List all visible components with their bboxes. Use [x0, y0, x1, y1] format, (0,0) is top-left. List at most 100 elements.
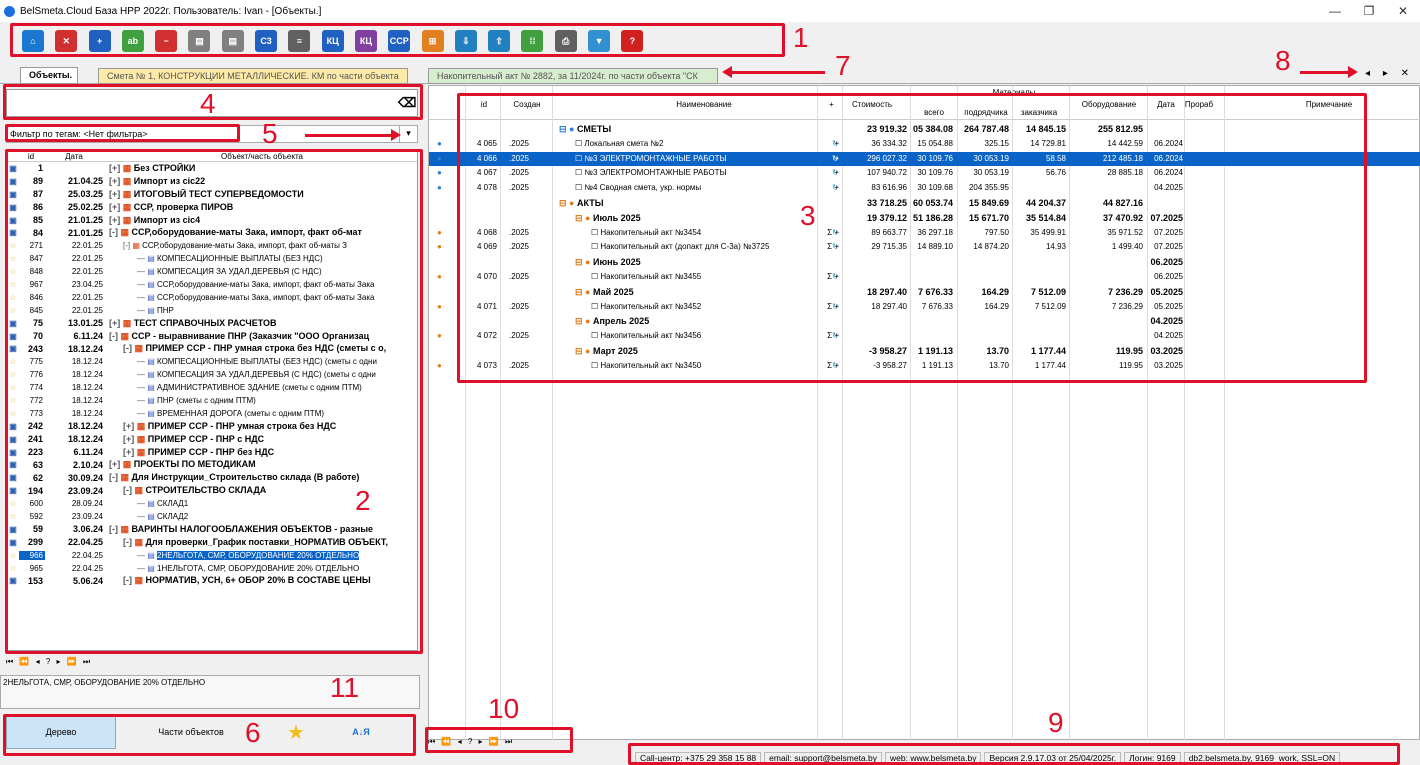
col-cost[interactable]: Стоимость: [842, 100, 902, 109]
expand-toggle-icon[interactable]: [+]: [109, 189, 123, 199]
tree-row[interactable]: ☆ 845 22.01.25 — ▤ ПНР: [7, 304, 417, 317]
status-web[interactable]: web: www.belsmeta.by: [885, 752, 982, 765]
tree-row[interactable]: ☆ 773 18.12.24 — ▤ ВРЕМЕННАЯ ДОРОГА (сметы …: [7, 407, 417, 420]
grid-row[interactable]: ● 4 071.2025 ☐ Накопительный акт №3452 Σ + ↻…: [429, 300, 1420, 315]
tree-row[interactable]: ☆ 966 22.04.25 — ▤ 2НЕЛЬГОТА, СМР, ОБОРУДОВ…: [7, 549, 417, 562]
grid-row[interactable]: ⊟ ● СМЕТЫ 23 919.32 05 384.08 264 787.48 14 …: [429, 122, 1420, 137]
checkbox-icon[interactable]: ☐: [575, 154, 584, 163]
refresh-icon[interactable]: ↻: [832, 168, 839, 177]
tree-row[interactable]: ☆ 776 18.12.24 — ▤ КОМПЕСАЦИЯ ЗА УДАЛ.ДЕРЕВ…: [7, 368, 417, 381]
tree-row[interactable]: ☆ 772 18.12.24 — ▤ ПНР (сметы с одним ПТМ): [7, 394, 417, 407]
delete-doc-button[interactable]: ✕: [51, 27, 81, 55]
tab-object-parts[interactable]: Части объектов: [116, 715, 266, 749]
tree-row[interactable]: ☆ 847 22.01.25 — ▤ КОМПЕСАЦИОННЫЕ ВЫПЛАТЫ (…: [7, 252, 417, 265]
expand-toggle-icon[interactable]: [+]: [109, 318, 123, 328]
tree-row[interactable]: ☆ 271 22.01.25 [-] ▦ ССР,оборудование-маты …: [7, 239, 417, 252]
col-materials[interactable]: Материалы: [959, 88, 1069, 97]
tree-row[interactable]: ☆ 848 22.01.25 — ▤ КОМПЕСАЦИЯ ЗА УДАЛ.ДЕРЕВ…: [7, 265, 417, 278]
col-id[interactable]: id: [474, 100, 494, 109]
grid-row[interactable]: ⊟ ● АКТЫ 33 718.25 60 053.74 15 849.69 44 20…: [429, 196, 1420, 211]
expand-toggle-icon[interactable]: [+]: [109, 163, 123, 173]
refresh-icon[interactable]: ↻: [832, 361, 839, 370]
tree-row[interactable]: ▣ 1 [+] ▦ Без СТРОЙКИ: [7, 162, 417, 175]
checkbox-icon[interactable]: ☐: [575, 168, 584, 177]
col-mat-contractor[interactable]: подрядчика: [961, 108, 1011, 117]
refresh-icon[interactable]: ↻: [832, 302, 839, 311]
tree-row[interactable]: ▣ 63 2.10.24 [+] ▦ ПРОЕКТЫ ПО МЕТОДИКАМ: [7, 458, 417, 471]
col-equipment[interactable]: Оборудование: [1079, 100, 1139, 109]
kc-button[interactable]: КЦ: [318, 27, 348, 55]
sort-az-icon[interactable]: А↓Я: [326, 715, 396, 749]
kc-rem-button[interactable]: КЦ: [351, 27, 381, 55]
expand-toggle-icon[interactable]: [+]: [109, 202, 123, 212]
tree-header-name[interactable]: Объект/часть объекта: [107, 152, 417, 161]
help-button[interactable]: ?: [617, 27, 647, 55]
folder-icon[interactable]: ⊟ ●: [575, 316, 593, 326]
tree-row[interactable]: ▣ 62 30.09.24 [-] ▦ Для Инструкции_Строител…: [7, 471, 417, 484]
tree-pagination[interactable]: ⏮ ⏪ ◂ ? ▸ ⏩ ⏭: [6, 657, 418, 669]
refresh-icon[interactable]: ↻: [832, 331, 839, 340]
expand-toggle-icon[interactable]: [-]: [123, 537, 135, 547]
c3-button[interactable]: C3: [251, 27, 281, 55]
folder-icon[interactable]: ⊟ ●: [559, 198, 577, 208]
folder-icon[interactable]: ⊟ ●: [559, 124, 577, 134]
ccp-button[interactable]: CCP: [384, 27, 414, 55]
checkbox-icon[interactable]: ☐: [591, 302, 600, 311]
col-mat-all[interactable]: всего: [914, 108, 954, 117]
status-email[interactable]: email: support@belsmeta.by: [764, 752, 882, 765]
tree-row[interactable]: ▣ 153 5.06.24 [-] ▦ НОРМАТИВ, УСН, 6+ ОБОР …: [7, 575, 417, 588]
checkbox-icon[interactable]: ☐: [591, 331, 600, 340]
grid-row[interactable]: ● 4 065.2025 ☐ Локальная смета №2 + ↻ 36 334.…: [429, 137, 1420, 152]
tree-row[interactable]: ☆ 774 18.12.24 — ▤ АДМИНИСТРАТИВНОЕ ЗДАНИЕ …: [7, 381, 417, 394]
expand-toggle-icon[interactable]: [-]: [109, 331, 121, 341]
grid-row[interactable]: ● 4 069 .2025 ☐ Накопительный акт (допакт д…: [429, 240, 1420, 255]
tree-row[interactable]: ☆ 846 22.01.25 — ▤ ССР,оборудование-маты За…: [7, 291, 417, 304]
expand-toggle-icon[interactable]: [-]: [123, 575, 135, 585]
tree-row[interactable]: ▣ 223 6.11.24 [+] ▦ ПРИМЕР ССР - ПНР без НД…: [7, 446, 417, 459]
checkbox-icon[interactable]: ☐: [591, 242, 600, 251]
folder-icon[interactable]: ⊟ ●: [575, 287, 593, 297]
grid-row[interactable]: ● 4 066.2025 ☐ №3 ЭЛЕКТРОМОНТАЖНЫЕ РАБОТЫ +…: [429, 151, 1420, 167]
grid-row[interactable]: ● 4 067.2025 ☐ №3 ЭЛЕКТРОМОНТАЖНЫЕ РАБОТЫ +…: [429, 166, 1420, 181]
grid-row[interactable]: ⊟ ● Апрель 2025 04.2025: [429, 314, 1420, 329]
expand-toggle-icon[interactable]: [+]: [109, 215, 123, 225]
refresh-icon[interactable]: ↻: [832, 183, 839, 192]
merge-button[interactable]: ⊞: [418, 27, 448, 55]
checkbox-icon[interactable]: ☐: [591, 361, 600, 370]
col-plus[interactable]: +: [824, 100, 839, 109]
copy-button[interactable]: ▤: [184, 27, 214, 55]
tree-row[interactable]: ▣ 70 6.11.24 [-] ▦ ССР - выравнивание ПНР (…: [7, 330, 417, 343]
tree-header-date[interactable]: Дата: [45, 152, 107, 161]
rename-button[interactable]: ab: [118, 27, 148, 55]
paste-button[interactable]: ▤: [218, 27, 248, 55]
clear-search-icon[interactable]: ⌫: [398, 95, 419, 111]
expand-toggle-icon[interactable]: [-]: [123, 485, 135, 495]
col-mat-customer[interactable]: заказчика: [1014, 108, 1064, 117]
home-button[interactable]: ⌂: [18, 27, 48, 55]
star-icon[interactable]: ★: [266, 715, 326, 749]
grid-row[interactable]: ● 4 072.2025 ☐ Накопительный акт №3456 Σ + ↻…: [429, 329, 1420, 344]
grid-row[interactable]: ⊟ ● Июнь 2025 06.2025: [429, 255, 1420, 270]
minimize-button[interactable]: —: [1318, 0, 1352, 22]
tree-row[interactable]: ▣ 84 21.01.25 [-] ▦ ССР,оборудование-маты З…: [7, 226, 417, 239]
expand-toggle-icon[interactable]: [+]: [109, 176, 123, 186]
tree-row[interactable]: ▣ 59 3.06.24 [-] ▦ ВАРИНТЫ НАЛОГООБЛАЖЕНИЯ …: [7, 523, 417, 536]
grid-row[interactable]: ● 4 068.2025 ☐ Накопительный акт №3454 Σ + ↻…: [429, 226, 1420, 241]
remove-button[interactable]: −: [151, 27, 181, 55]
tree-row[interactable]: ▣ 87 25.03.25 [+] ▦ ИТОГОВЫЙ ТЕСТ СУПЕРВЕДО…: [7, 188, 417, 201]
checkbox-icon[interactable]: ☐: [591, 228, 600, 237]
tree-row[interactable]: ▣ 85 21.01.25 [+] ▦ Импорт из cic4: [7, 214, 417, 227]
col-note[interactable]: Примечание: [1289, 100, 1369, 109]
col-foreman[interactable]: Прораб: [1184, 100, 1214, 109]
close-button[interactable]: ✕: [1386, 0, 1420, 22]
tree-row[interactable]: ▣ 75 13.01.25 [+] ▦ ТЕСТ СПРАВОЧНЫХ РАСЧЕТО…: [7, 317, 417, 330]
tab-scroll-controls[interactable]: ◂ ▸ ✕: [1365, 68, 1414, 79]
tree-header-id[interactable]: id: [19, 152, 45, 161]
tree-row[interactable]: ▣ 242 18.12.24 [+] ▦ ПРИМЕР ССР - ПНР умная…: [7, 420, 417, 433]
grid-row[interactable]: ● 4 070.2025 ☐ Накопительный акт №3455 Σ + ↻…: [429, 270, 1420, 285]
tree-row[interactable]: ▣ 241 18.12.24 [+] ▦ ПРИМЕР ССР - ПНР с НДС: [7, 433, 417, 446]
chevron-down-icon[interactable]: ▾: [399, 126, 417, 142]
expand-toggle-icon[interactable]: [+]: [109, 459, 123, 469]
folder-icon[interactable]: ⊟ ●: [575, 213, 593, 223]
export-button[interactable]: ⇧: [484, 27, 514, 55]
